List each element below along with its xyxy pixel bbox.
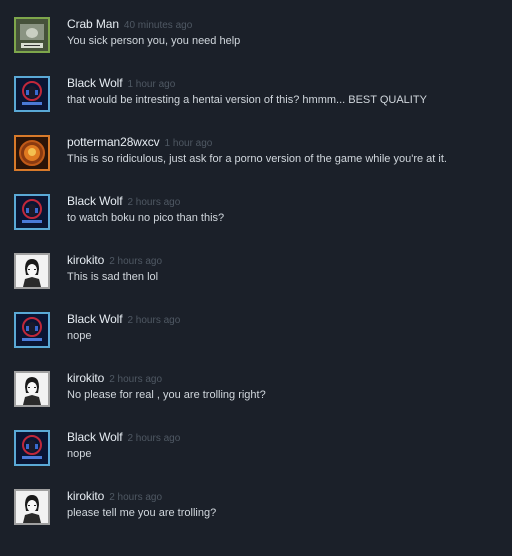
- comment-text: please tell me you are trolling?: [67, 507, 217, 519]
- comment: Black Wolf 1 hour ago that would be intre…: [0, 76, 512, 135]
- comment-timestamp: 2 hours ago: [109, 374, 163, 385]
- black-wolf-avatar-icon[interactable]: [14, 312, 50, 348]
- black-wolf-avatar-icon[interactable]: [14, 76, 50, 112]
- comment-text: nope: [67, 448, 92, 460]
- comment-author[interactable]: kirokito: [67, 371, 104, 385]
- comment-timestamp: 1 hour ago: [127, 79, 176, 90]
- comment-author[interactable]: Black Wolf: [67, 76, 123, 90]
- comment-timestamp: 2 hours ago: [109, 492, 163, 503]
- crab-man-avatar-icon[interactable]: [14, 17, 50, 53]
- comment: Crab Man 40 minutes ago You sick person y…: [0, 17, 512, 76]
- comment: potterman28wxcv 1 hour ago This is so rid…: [0, 135, 512, 194]
- black-wolf-avatar-icon[interactable]: [14, 430, 50, 466]
- comment-author[interactable]: Black Wolf: [67, 312, 123, 326]
- comment-author[interactable]: kirokito: [67, 253, 104, 267]
- comment-timestamp: 40 minutes ago: [123, 20, 193, 31]
- comment-text: nope: [67, 330, 92, 342]
- comment: Black Wolf 2 hours ago to watch boku no p…: [0, 194, 512, 253]
- comment-author[interactable]: kirokito: [67, 489, 104, 503]
- comment-list: Crab Man 40 minutes ago You sick person y…: [0, 0, 512, 556]
- comment: Black Wolf 2 hours ago nope: [0, 312, 512, 371]
- comment-author[interactable]: Crab Man: [67, 17, 119, 31]
- comment-text: to watch boku no pico than this?: [67, 212, 225, 224]
- comment: kirokito 2 hours ago This is sad then lol: [0, 253, 512, 312]
- comment: Black Wolf 2 hours ago nope: [0, 430, 512, 489]
- comment-text: You sick person you, you need help: [67, 35, 241, 47]
- kirokito-avatar-icon[interactable]: [14, 253, 50, 289]
- comment-author[interactable]: potterman28wxcv: [67, 135, 160, 149]
- comment-text: This is so ridiculous, just ask for a po…: [67, 153, 447, 165]
- comment-timestamp: 1 hour ago: [164, 138, 213, 149]
- comment-text: No please for real , you are trolling ri…: [67, 389, 266, 401]
- comment-author[interactable]: Black Wolf: [67, 194, 123, 208]
- comment-timestamp: 2 hours ago: [109, 256, 163, 267]
- comment-timestamp: 2 hours ago: [127, 433, 181, 444]
- comment-text: that would be intresting a hentai versio…: [67, 94, 427, 106]
- comment-author[interactable]: Black Wolf: [67, 430, 123, 444]
- potterman-avatar-icon[interactable]: [14, 135, 50, 171]
- kirokito-avatar-icon[interactable]: [14, 371, 50, 407]
- comment-timestamp: 2 hours ago: [127, 315, 181, 326]
- comment: kirokito 2 hours ago please tell me you a…: [0, 489, 512, 548]
- comment: kirokito 2 hours ago No please for real ,…: [0, 371, 512, 430]
- comment-timestamp: 2 hours ago: [127, 197, 181, 208]
- kirokito-avatar-icon[interactable]: [14, 489, 50, 525]
- black-wolf-avatar-icon[interactable]: [14, 194, 50, 230]
- comment-text: This is sad then lol: [67, 271, 159, 283]
